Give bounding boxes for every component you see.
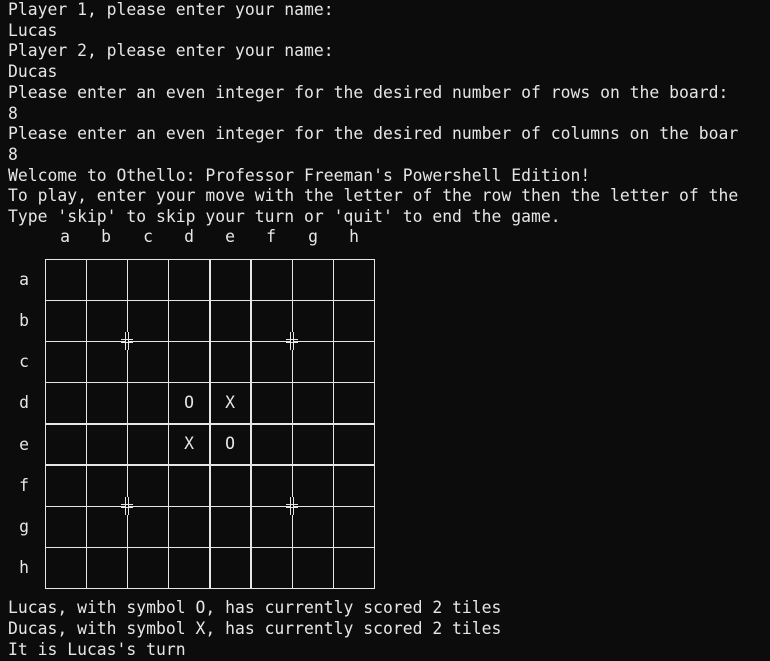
- board-piece-e-d: X: [184, 434, 194, 453]
- terminal-window[interactable]: Player 1, please enter your name: Lucas …: [0, 0, 770, 661]
- turn-indicator: It is Lucas's turn: [8, 640, 186, 659]
- row-label-b: b: [19, 311, 29, 330]
- grid-horizontal-line: [45, 464, 375, 466]
- grid-horizontal-line: [45, 546, 375, 548]
- column-label-a: a: [60, 227, 70, 246]
- row-label-h: h: [19, 558, 29, 577]
- row-label-f: f: [19, 476, 29, 495]
- grid-horizontal-line: [45, 505, 375, 507]
- row-label-a: a: [19, 270, 29, 289]
- prompt-player2-name: Player 2, please enter your name:: [8, 41, 334, 61]
- column-label-f: f: [266, 227, 276, 246]
- column-label-e: e: [225, 227, 235, 246]
- prompt-player1-name: Player 1, please enter your name:: [8, 0, 334, 19]
- star-point-icon: [121, 497, 133, 515]
- board-piece-d-e: X: [225, 393, 235, 412]
- star-point-icon: [286, 332, 298, 350]
- board-piece-e-e: O: [225, 434, 235, 453]
- input-rows: 8: [8, 103, 18, 123]
- prompt-rows: Please enter an even integer for the des…: [8, 82, 729, 102]
- column-label-h: h: [349, 227, 359, 246]
- column-label-g: g: [308, 227, 318, 246]
- column-label-d: d: [184, 227, 194, 246]
- star-point-icon: [121, 332, 133, 350]
- row-label-c: c: [19, 352, 29, 371]
- grid-horizontal-line: [45, 299, 375, 301]
- input-player1-name: Lucas: [8, 20, 58, 40]
- grid-horizontal-line: [45, 340, 375, 342]
- score-player2: Ducas, with symbol X, has currently scor…: [8, 619, 502, 638]
- column-label-b: b: [101, 227, 111, 246]
- row-label-g: g: [19, 517, 29, 536]
- row-label-d: d: [19, 393, 29, 412]
- instructions-move: To play, enter your move with the letter…: [8, 186, 739, 206]
- score-player1: Lucas, with symbol O, has currently scor…: [8, 598, 502, 617]
- input-player2-name: Ducas: [8, 62, 58, 82]
- instructions-skip-quit: Type 'skip' to skip your turn or 'quit' …: [8, 207, 561, 226]
- row-label-e: e: [19, 435, 29, 454]
- grid-horizontal-line: [45, 423, 375, 425]
- prompt-columns: Please enter an even integer for the des…: [8, 124, 739, 144]
- star-point-icon: [286, 497, 298, 515]
- welcome-message: Welcome to Othello: Professor Freeman's …: [8, 165, 591, 185]
- input-columns: 8: [8, 144, 18, 164]
- column-label-c: c: [143, 227, 153, 246]
- grid-horizontal-line: [45, 381, 375, 383]
- board-piece-d-d: O: [184, 393, 194, 412]
